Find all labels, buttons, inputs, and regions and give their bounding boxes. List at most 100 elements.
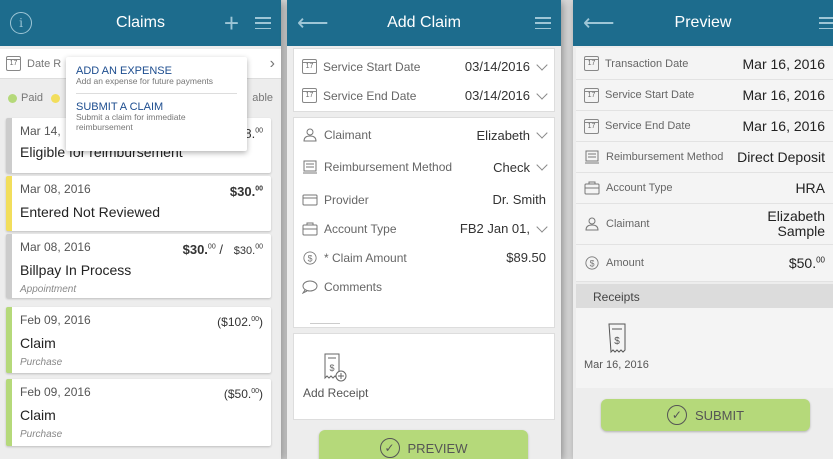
claimant-field[interactable]: Claimant Elizabeth (294, 121, 554, 149)
preview-row: Account Type HRA (576, 173, 833, 204)
calendar-icon: 17 (584, 56, 599, 71)
menu-button[interactable] (255, 0, 271, 46)
calendar-icon: 17 (584, 118, 599, 134)
receipt-add-icon: $ (324, 353, 347, 382)
briefcase-icon (584, 181, 600, 195)
chevron-down-icon (536, 159, 548, 171)
receipts-header: Receipts (576, 284, 833, 308)
preview-row: 17 Transaction Date Mar 16, 2016 (576, 48, 833, 80)
preview-value: Mar 16, 2016 (742, 87, 826, 103)
claim-amount: $30.00 / $30.00 (182, 242, 263, 257)
receipt-item[interactable]: $ Mar 16, 2016 (576, 308, 833, 388)
calendar-icon: 17 (6, 56, 21, 71)
provider-icon (302, 194, 318, 205)
add-expense-desc: Add an expense for future payments (76, 76, 214, 86)
add-button[interactable]: + (224, 0, 239, 46)
claim-amount: ($102.00) (217, 315, 263, 329)
claim-card[interactable]: Feb 09, 2016 ($102.00) Claim Purchase (6, 307, 271, 373)
claim-amount: ($50.00) (223, 387, 263, 401)
preview-row: 17 Service Start Date Mar 16, 2016 (576, 80, 833, 111)
claims-screen: i Claims + 17 Date R › Paid able Mar 14,… (0, 0, 281, 459)
submit-button-label: SUBMIT (694, 407, 745, 423)
claim-amount-field[interactable]: $ * Claim Amount $89.50 (294, 243, 554, 272)
preview-value: Elizabeth Sample (767, 208, 825, 239)
claimant-value: Elizabeth (476, 127, 530, 143)
preview-row: Claimant Elizabeth Sample (576, 204, 833, 245)
dollar-icon: $ (303, 250, 317, 265)
filter-label: Date R (27, 57, 62, 70)
preview-button[interactable]: ✓ PREVIEW (319, 430, 528, 459)
preview-value: $50.00 (788, 255, 825, 271)
provider-label: Provider (324, 192, 369, 207)
menu-button[interactable] (819, 0, 833, 46)
chevron-right-icon: › (269, 54, 275, 72)
menu-button[interactable] (535, 0, 551, 46)
info-button[interactable]: i (10, 0, 32, 46)
account-type-value: FB2 Jan 01, (459, 221, 530, 236)
svg-text:$: $ (590, 259, 595, 269)
paid-dot-icon (8, 93, 17, 103)
service-end-field[interactable]: 17 Service End Date 03/14/2016 (294, 81, 554, 110)
add-receipt-button[interactable]: $ Add Receipt (293, 333, 555, 420)
service-start-field[interactable]: 17 Service Start Date 03/14/2016 (294, 52, 554, 81)
dollar-icon: $ (585, 256, 599, 270)
chevron-down-icon (536, 58, 548, 71)
claim-date: Mar 08, 2016 (20, 182, 91, 196)
hamburger-icon (535, 17, 551, 29)
chevron-down-icon (536, 127, 548, 139)
reimbursement-method-field[interactable]: Reimbursement Method Check (294, 149, 554, 185)
page-title: Add Claim (387, 14, 461, 31)
person-icon (585, 217, 599, 231)
claim-card[interactable]: Mar 08, 2016 $30.00 Entered Not Reviewed (6, 176, 271, 231)
back-arrow-icon: ⟵ (297, 10, 329, 35)
provider-field[interactable]: Provider Dr. Smith (294, 185, 554, 214)
comments-divider (310, 323, 340, 324)
claim-status: Claim (20, 335, 56, 351)
submit-claim-item[interactable]: SUBMIT A CLAIM Submit a claim for immedi… (76, 99, 237, 134)
back-button[interactable]: ⟵ (297, 0, 329, 46)
service-end-label: Service End Date (323, 88, 417, 103)
hamburger-icon (819, 17, 833, 29)
account-type-field[interactable]: Account Type FB2 Jan 01, (294, 214, 554, 243)
receipt-icon: $ (608, 323, 626, 354)
account-type-label: Account Type (324, 221, 397, 236)
claim-card[interactable]: Feb 09, 2016 ($50.00) Claim Purchase (6, 379, 271, 446)
legend-paid: Paid (21, 92, 44, 104)
preview-value: Mar 16, 2016 (742, 55, 826, 72)
preview-value: Mar 16, 2016 (742, 118, 826, 134)
preview-header: ⟵ Preview (573, 0, 833, 46)
claim-amount: $30.00 (229, 184, 263, 199)
comment-icon (302, 280, 318, 294)
service-start-label: Service Start Date (323, 59, 421, 74)
legend-cut-label: able (252, 92, 273, 104)
add-expense-item[interactable]: ADD AN EXPENSE Add an expense for future… (76, 63, 237, 88)
claim-subtype: Purchase (20, 429, 63, 440)
preview-details: 17 Transaction Date Mar 16, 2016 17 Servic… (576, 48, 833, 282)
add-menu-dropdown: ADD AN EXPENSE Add an expense for future… (66, 57, 247, 151)
svg-text:$: $ (329, 363, 334, 373)
reimbursement-value: Check (493, 159, 530, 175)
reimbursement-icon (303, 160, 317, 174)
service-end-value: 03/14/2016 (464, 88, 530, 103)
chevron-down-icon (536, 220, 548, 233)
calendar-icon: 17 (302, 59, 317, 74)
claimant-label: Claimant (324, 128, 372, 142)
page-title: Claims (116, 14, 165, 31)
preview-row: 17 Service End Date Mar 16, 2016 (576, 111, 833, 142)
preview-row: $ Amount $50.00 (576, 245, 833, 282)
comments-field[interactable]: Comments (294, 272, 554, 301)
preview-value: HRA (795, 180, 825, 196)
claim-amount-label: * Claim Amount (324, 250, 407, 265)
reimbursement-label: Reimbursement Method (324, 160, 453, 174)
svg-text:$: $ (614, 336, 620, 347)
claim-card[interactable]: Mar 08, 2016 $30.00 / $30.00 Billpay In … (6, 234, 271, 298)
claim-status: Claim (20, 407, 56, 423)
submit-button[interactable]: ✓ SUBMIT (601, 399, 810, 431)
claim-details-section: Claimant Elizabeth Reimbursement Method … (293, 117, 555, 328)
submit-claim-desc: Submit a claim for immediate reimburseme… (76, 112, 186, 132)
briefcase-icon (302, 222, 318, 235)
preview-label: Claimant (606, 218, 650, 230)
preview-label: Service End Date (605, 120, 691, 132)
back-button[interactable]: ⟵ (583, 0, 615, 46)
claims-header: i Claims + (0, 0, 281, 46)
